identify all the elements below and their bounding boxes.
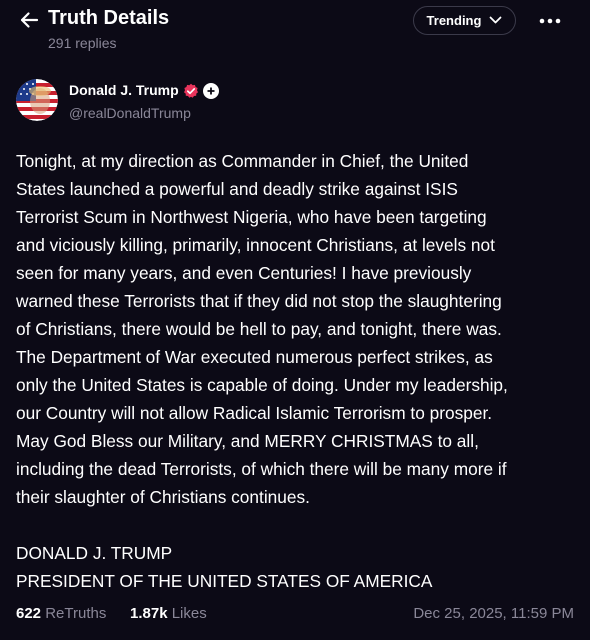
post-line: The Department of War executed numerous … bbox=[16, 347, 493, 367]
post-line: including the dead Terrorists, of which … bbox=[16, 459, 507, 479]
profile-avatar bbox=[16, 79, 58, 121]
post-body: Tonight, at my direction as Commander in… bbox=[16, 147, 576, 595]
post-stats: 622 ReTruths 1.87k Likes Dec 25, 2025, 1… bbox=[16, 605, 574, 627]
signature-name: DONALD J. TRUMP bbox=[16, 543, 173, 563]
sort-dropdown-label: Trending bbox=[426, 13, 482, 28]
page-title: Truth Details bbox=[48, 7, 170, 29]
post-timestamp: Dec 25, 2025, 11:59 PM bbox=[413, 605, 574, 622]
back-button[interactable] bbox=[14, 6, 44, 34]
author-handle[interactable]: @realDonaldTrump bbox=[69, 105, 191, 121]
retruths-count: 622 bbox=[16, 605, 42, 622]
reply-count: 291 replies bbox=[48, 35, 117, 51]
signature-title: PRESIDENT OF THE UNITED STATES OF AMERIC… bbox=[16, 571, 433, 591]
arrow-left-icon bbox=[20, 12, 39, 28]
likes-count: 1.87k bbox=[130, 605, 168, 622]
likes-stat[interactable]: 1.87k Likes bbox=[130, 605, 207, 622]
retruths-label: ReTruths bbox=[45, 605, 107, 622]
more-horizontal-icon bbox=[539, 18, 561, 24]
post-line: and viciously killing, primarily, innoce… bbox=[16, 235, 495, 255]
post-line: Tonight, at my direction as Commander in… bbox=[16, 151, 469, 171]
plus-icon bbox=[207, 87, 215, 95]
header-bar: Truth Details 291 replies Trending bbox=[0, 0, 590, 60]
post-line: warned these Terrorists that if they did… bbox=[16, 291, 502, 311]
more-options-button[interactable] bbox=[530, 6, 570, 36]
chevron-down-icon bbox=[490, 16, 502, 24]
author-display-name[interactable]: Donald J. Trump bbox=[69, 82, 179, 98]
post-line: only the United States is capable of doi… bbox=[16, 375, 508, 395]
author-avatar[interactable] bbox=[16, 79, 58, 121]
post-line: seen for many years, and even Centuries!… bbox=[16, 263, 472, 283]
post-spacer bbox=[16, 511, 576, 539]
likes-label: Likes bbox=[171, 605, 207, 622]
plus-badge bbox=[203, 83, 219, 99]
post-line: May God Bless our Military, and MERRY CH… bbox=[16, 431, 479, 451]
post-line: States launched a powerful and deadly st… bbox=[16, 179, 458, 199]
verified-check-icon bbox=[184, 83, 198, 98]
post-line: their slaughter of Christians continues. bbox=[16, 487, 310, 507]
post-line: our Country will not allow Radical Islam… bbox=[16, 403, 493, 423]
sort-dropdown-button[interactable]: Trending bbox=[413, 6, 516, 35]
post-line: Terrorist Scum in Northwest Nigeria, who… bbox=[16, 207, 487, 227]
retruths-stat[interactable]: 622 ReTruths bbox=[16, 605, 106, 622]
post-line: of Christians, there would be hell to pa… bbox=[16, 319, 502, 339]
